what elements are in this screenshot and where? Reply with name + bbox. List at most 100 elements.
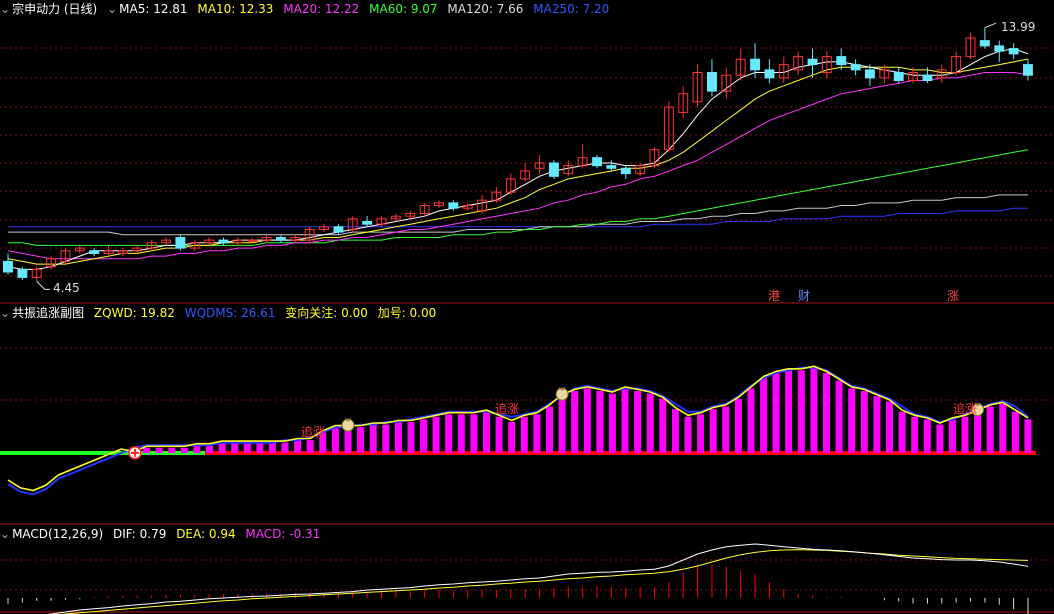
zqwd-value: ZQWD: 19.82 xyxy=(93,306,175,320)
indicator-bar xyxy=(697,414,705,454)
candle-body xyxy=(893,72,904,81)
indicator-bar xyxy=(180,447,188,453)
candle-body xyxy=(89,250,100,255)
candle-body xyxy=(276,237,286,241)
indicator-bar xyxy=(256,442,264,453)
indicator-bar xyxy=(848,388,856,453)
candle-body xyxy=(807,58,818,66)
ma250-line xyxy=(8,207,1028,228)
candle-body xyxy=(750,58,760,71)
candlestick-panel xyxy=(3,23,1033,290)
indicator-bar xyxy=(1011,411,1019,453)
indicator-panel-header: ⌄ 共振追涨副图 ZQWD: 19.82 WQDMS: 26.61 变向关注: 0… xyxy=(0,304,1054,322)
indicator-bar xyxy=(747,388,755,453)
indicator-bar xyxy=(281,442,289,453)
candle-body xyxy=(606,165,617,169)
event-tag-gang[interactable]: 港 xyxy=(767,289,781,303)
indicator-bar xyxy=(835,380,843,453)
candle-body xyxy=(620,167,631,175)
indicator-bar xyxy=(898,411,906,453)
indicator-bar xyxy=(671,409,679,453)
resonance-indicator-panel xyxy=(0,365,1036,496)
ma5-line xyxy=(7,48,1029,270)
candle-body xyxy=(764,69,775,79)
indicator-bar xyxy=(143,447,150,453)
indicator-bar xyxy=(369,424,377,453)
dropdown-arrow-icon[interactable]: ⌄ xyxy=(0,2,10,16)
indicator-bar xyxy=(621,388,629,453)
indicator-bar xyxy=(508,422,516,453)
indicator-bar xyxy=(558,396,566,453)
event-tag-cai[interactable]: 财 xyxy=(797,289,811,303)
indicator-bar xyxy=(533,414,541,454)
candle-body xyxy=(707,72,717,92)
indicator-bar xyxy=(294,440,302,453)
candle-body xyxy=(218,239,229,244)
indicator-bar xyxy=(331,427,339,453)
indicator-bar xyxy=(483,411,490,453)
indicator-bar xyxy=(948,419,956,453)
panel3-dropdown-icon[interactable]: ⌄ xyxy=(0,527,10,541)
indicator-bar xyxy=(797,370,805,453)
candle-body xyxy=(1008,48,1019,55)
dif-value: DIF: 0.79 xyxy=(113,527,167,541)
indicator-name[interactable]: 共振追涨副图 xyxy=(12,306,84,320)
indicator-bar xyxy=(407,422,415,453)
candle-body xyxy=(549,162,559,177)
candle-body xyxy=(17,268,28,278)
indicator-bar xyxy=(608,393,616,453)
low-pointer xyxy=(36,280,50,290)
indicator-bar xyxy=(911,416,919,453)
indicator-bar xyxy=(231,442,239,453)
ma-selector-icon[interactable]: ⌄ xyxy=(107,2,117,16)
high-pointer xyxy=(984,23,996,29)
event-tag-zhang[interactable]: 涨 xyxy=(946,289,960,303)
indicator-bar xyxy=(420,419,428,453)
indicator-bar xyxy=(823,372,830,453)
low-price-label: 4.45 xyxy=(53,281,80,295)
indicator-bar xyxy=(168,447,176,453)
dif-line xyxy=(47,543,1029,614)
panel2-dropdown-icon[interactable]: ⌄ xyxy=(0,306,10,320)
macd-panel xyxy=(7,543,1029,614)
stock-title[interactable]: 宗申动力 (日线) xyxy=(12,2,97,16)
indicator-bar xyxy=(268,442,276,453)
dea-line xyxy=(59,549,1029,614)
candle-body xyxy=(175,237,186,249)
signal-label-2: 追涨 xyxy=(495,402,520,416)
indicator-bar xyxy=(760,378,768,453)
macd-value: MACD: -0.31 xyxy=(245,527,321,541)
macd-name[interactable]: MACD(12,26,9) xyxy=(12,527,103,541)
indicator-bar xyxy=(886,401,893,453)
macd-panel-header: ⌄ MACD(12,26,9) DIF: 0.79 DEA: 0.94 MACD:… xyxy=(0,525,1054,543)
indicator-bar xyxy=(999,403,1007,453)
ma60-line xyxy=(8,149,1029,246)
bianxiang-value: 变向关注: 0.00 xyxy=(285,306,368,320)
indicator-bar xyxy=(206,445,213,454)
indicator-bar xyxy=(936,424,944,453)
ma10-line xyxy=(7,58,1029,265)
candle-body xyxy=(592,157,602,167)
indicator-bar xyxy=(923,419,931,453)
ma250-value: MA250: 7.20 xyxy=(533,2,610,16)
ma120-value: MA120: 7.66 xyxy=(447,2,524,16)
ma120-line xyxy=(8,194,1028,236)
candle-body xyxy=(994,45,1005,52)
candle-body xyxy=(850,64,861,71)
candle-body xyxy=(979,40,990,47)
indicator-bar xyxy=(445,414,453,454)
indicator-bar xyxy=(546,406,553,453)
indicator-bar xyxy=(709,409,717,453)
indicator-bar xyxy=(357,427,365,453)
signal-label-1: 追涨 xyxy=(301,425,326,439)
indicator-bar xyxy=(155,447,163,453)
ma5-value: MA5: 12.81 xyxy=(119,2,188,16)
indicator-bar xyxy=(873,396,881,453)
jiahao-value: 加号: 0.00 xyxy=(377,306,437,320)
indicator-bar xyxy=(684,416,692,453)
indicator-bar xyxy=(1024,419,1032,453)
signal-label-3: 追涨 xyxy=(953,402,978,416)
indicator-bar xyxy=(974,411,982,453)
indicator-bar xyxy=(659,398,667,454)
indicator-bar xyxy=(243,442,251,453)
